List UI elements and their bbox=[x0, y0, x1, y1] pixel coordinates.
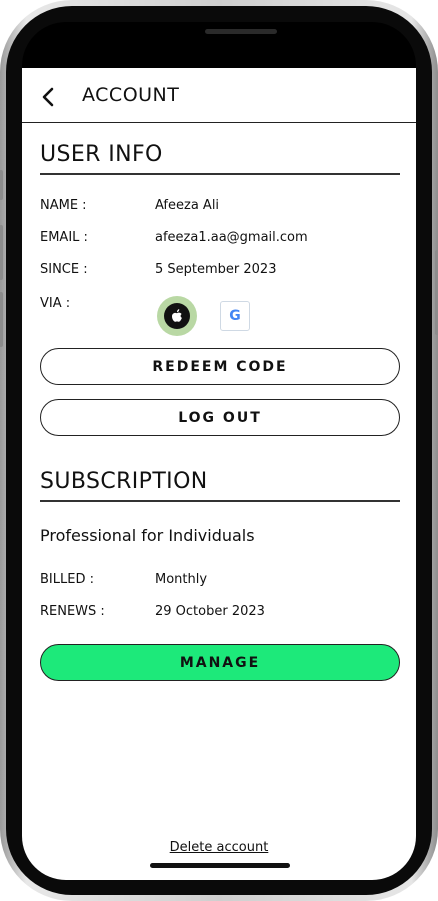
since-value: 5 September 2023 bbox=[155, 262, 277, 277]
via-label: VIA : bbox=[40, 296, 71, 311]
billed-value: Monthly bbox=[155, 572, 208, 587]
chevron-left-icon[interactable] bbox=[38, 86, 60, 108]
header: ACCOUNT bbox=[22, 68, 416, 123]
volume-down-button bbox=[0, 292, 3, 347]
renews-value: 29 October 2023 bbox=[155, 604, 265, 619]
apple-icon bbox=[157, 296, 197, 336]
email-label: EMAIL : bbox=[40, 230, 88, 245]
name-label: NAME : bbox=[40, 198, 87, 213]
google-icon: G bbox=[220, 301, 250, 331]
apple-logo-icon bbox=[172, 309, 182, 322]
speaker-grille bbox=[205, 29, 277, 34]
renews-label: RENEWS : bbox=[40, 604, 105, 619]
mute-switch bbox=[0, 170, 3, 200]
google-letter: G bbox=[229, 308, 241, 324]
billed-label: BILLED : bbox=[40, 572, 94, 587]
status-bar-area bbox=[22, 22, 416, 70]
home-indicator[interactable] bbox=[150, 863, 290, 868]
logout-button[interactable]: LOG OUT bbox=[40, 399, 400, 436]
user-info-title: USER INFO bbox=[40, 142, 163, 167]
name-value: Afeeza Ali bbox=[155, 198, 220, 213]
subscription-divider bbox=[40, 500, 400, 502]
delete-account-link[interactable]: Delete account bbox=[22, 840, 416, 855]
user-info-divider bbox=[40, 173, 400, 175]
subscription-title: SUBSCRIPTION bbox=[40, 469, 208, 494]
email-value: afeeza1.aa@gmail.com bbox=[155, 230, 308, 245]
account-screen: ACCOUNT USER INFO NAME : Afeeza Ali EMAI… bbox=[22, 68, 416, 880]
volume-up-button bbox=[0, 225, 3, 280]
plan-name: Professional for Individuals bbox=[40, 526, 255, 545]
page-title: ACCOUNT bbox=[82, 84, 180, 106]
redeem-code-button[interactable]: REDEEM CODE bbox=[40, 348, 400, 385]
manage-button[interactable]: MANAGE bbox=[40, 644, 400, 681]
since-label: SINCE : bbox=[40, 262, 88, 277]
